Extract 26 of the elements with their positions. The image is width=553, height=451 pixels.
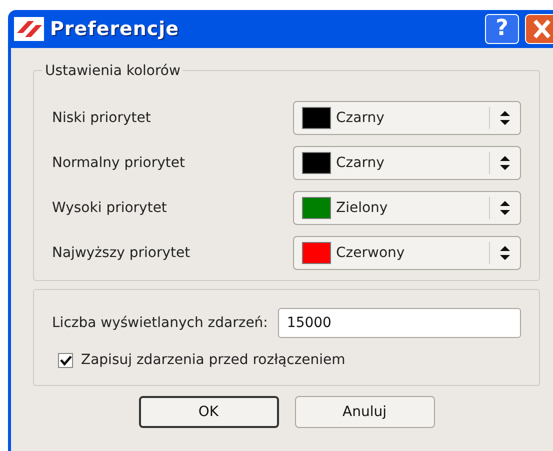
color-value: Czerwony bbox=[336, 244, 406, 262]
color-value: Czarny bbox=[336, 108, 386, 128]
priority-label: Niski priorytet bbox=[52, 108, 151, 128]
save-label: Zapisuj zdarzenia przed rozłączeniem bbox=[81, 351, 346, 370]
color-dropdown[interactable]: Czerwony bbox=[293, 236, 521, 270]
spin-arrows-icon bbox=[499, 110, 511, 126]
spin-arrows-icon bbox=[499, 155, 511, 171]
help-button[interactable]: ? bbox=[485, 14, 519, 44]
save-checkbox[interactable] bbox=[58, 353, 73, 368]
count-field[interactable]: 15000 bbox=[278, 308, 521, 338]
priority-label: Normalny priorytet bbox=[52, 154, 185, 172]
priority-label: Najwyższy priorytet bbox=[52, 244, 190, 262]
color-dropdown[interactable]: Zielony bbox=[293, 191, 521, 225]
color-value: Zielony bbox=[336, 198, 389, 218]
spin-arrows-icon bbox=[499, 200, 511, 216]
app-logo-icon bbox=[14, 17, 44, 41]
color-dropdown[interactable]: Czarny bbox=[293, 101, 521, 135]
priority-label: Wysoki priorytet bbox=[52, 198, 167, 218]
window-title: Preferencje bbox=[50, 16, 180, 42]
count-label: Liczba wyświetlanych zdarzeń: bbox=[52, 314, 268, 332]
color-value: Czarny bbox=[336, 154, 386, 172]
close-icon[interactable] bbox=[525, 14, 553, 44]
dialog-button[interactable]: Anuluj bbox=[294, 396, 434, 428]
dialog-button[interactable]: OK bbox=[138, 396, 278, 428]
spin-arrows-icon bbox=[499, 245, 511, 261]
color-dropdown[interactable]: Czarny bbox=[293, 146, 521, 180]
